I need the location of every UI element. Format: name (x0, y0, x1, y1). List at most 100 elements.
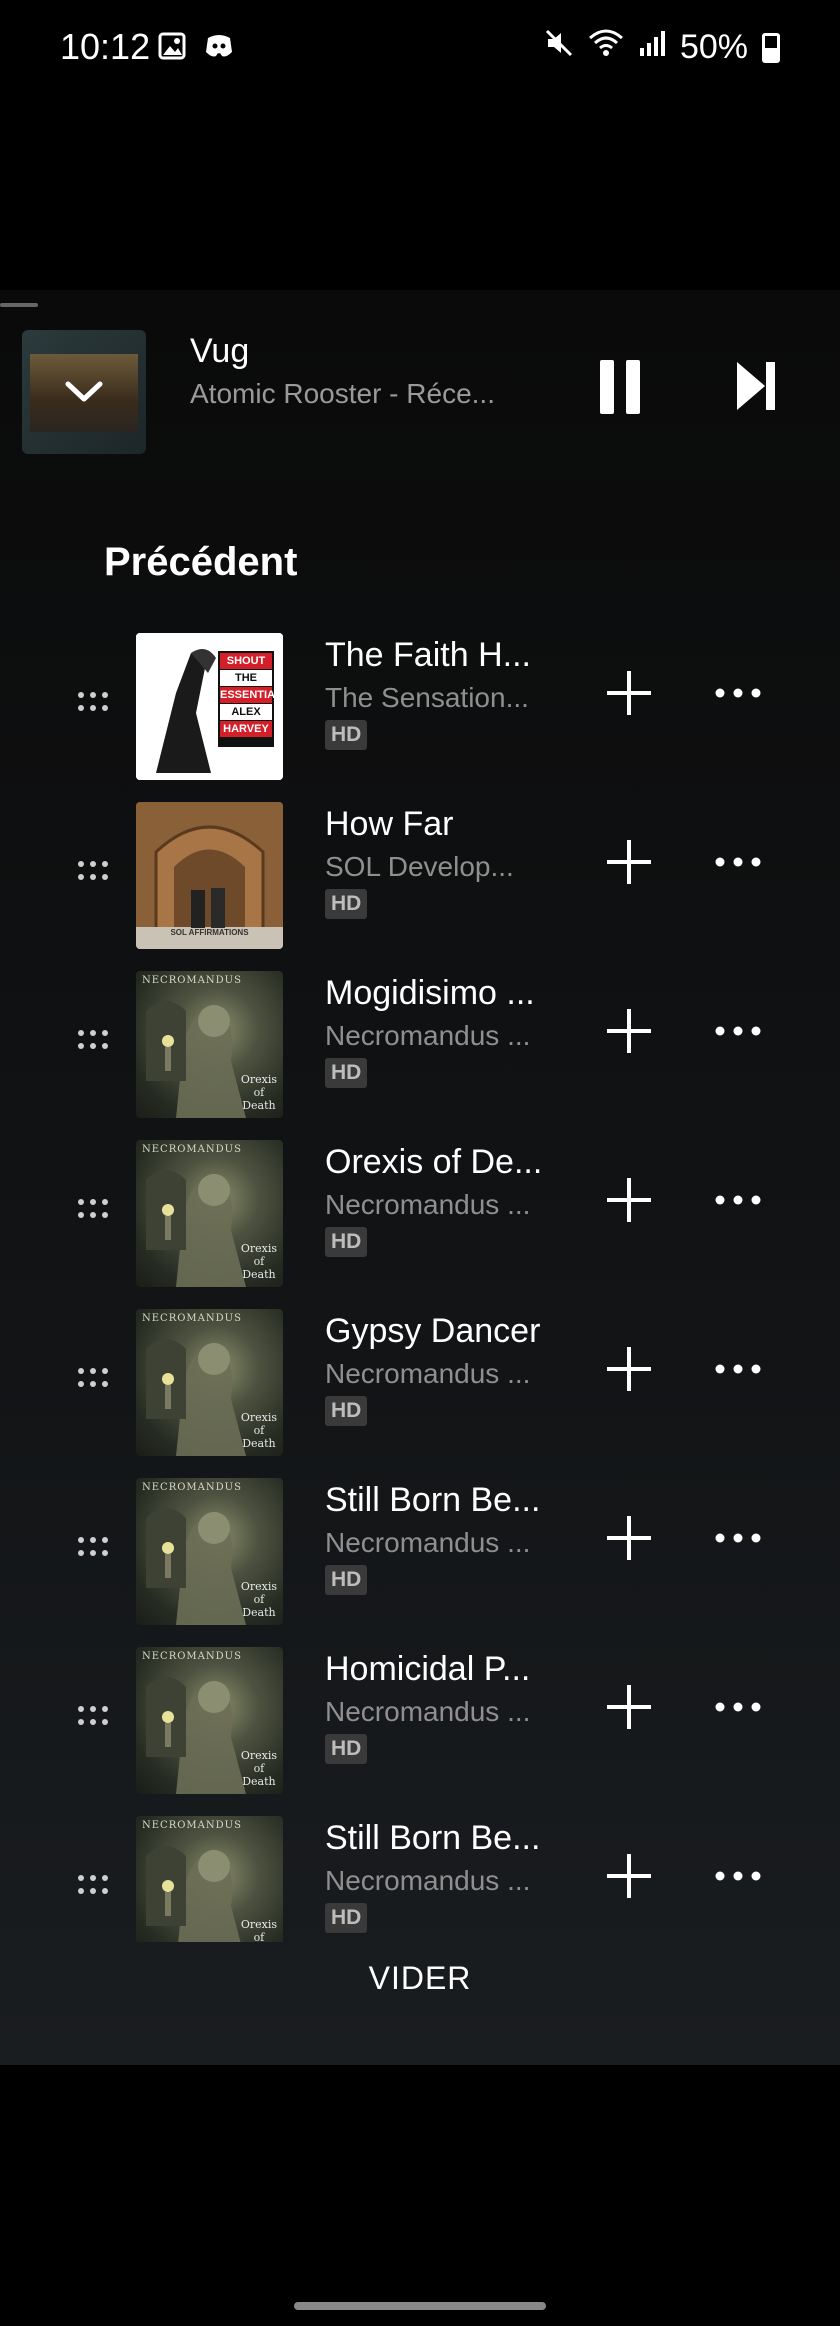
album-art-title: OrexisofDeath (240, 1411, 277, 1450)
signal-icon (638, 28, 666, 67)
hd-badge: HD (325, 1565, 368, 1595)
album-art: NECROMANDUS OrexisofDeath (136, 1816, 283, 1942)
drag-handle-icon[interactable] (78, 861, 108, 881)
discord-icon (204, 32, 234, 65)
battery-icon (762, 32, 780, 63)
album-art: NECROMANDUS OrexisofDeath (136, 1478, 283, 1625)
home-indicator[interactable] (294, 2302, 546, 2310)
mini-player[interactable]: Vug Atomic Rooster - Réce... (0, 320, 840, 465)
album-art: SHOUT THE ESSENTIAL ALEX HARVEY (136, 633, 283, 780)
hd-badge: HD (325, 1734, 368, 1764)
album-art-band: NECROMANDUS (142, 1144, 242, 1155)
track-title: Still Born Be... (325, 1819, 541, 1857)
now-playing-artwork[interactable] (22, 330, 146, 454)
album-art-band: NECROMANDUS (142, 1651, 242, 1662)
album-art-title: OrexisofDeath (240, 1580, 277, 1619)
status-time: 10:12 (60, 26, 151, 67)
track-title: Orexis of De... (325, 1143, 543, 1181)
track-artist: Necromandus ... (325, 1865, 531, 1896)
plus-icon[interactable] (604, 837, 654, 887)
queue-list[interactable]: SHOUT THE ESSENTIAL ALEX HARVEY The Faith H.… (0, 630, 840, 1942)
plus-icon[interactable] (604, 668, 654, 718)
more-icon[interactable] (710, 1175, 766, 1225)
plus-icon[interactable] (604, 1851, 654, 1901)
track-artist: Necromandus ... (325, 1189, 531, 1220)
hd-badge: HD (325, 720, 368, 750)
track-title: How Far (325, 805, 454, 843)
drag-handle-icon[interactable] (78, 1537, 108, 1557)
queue-track-row[interactable]: NECROMANDUS OrexisofDeath Still Born Be.… (0, 1813, 840, 1942)
queue-track-row[interactable]: SHOUT THE ESSENTIAL ALEX HARVEY The Faith H.… (0, 630, 840, 799)
hd-badge: HD (325, 889, 368, 919)
queue-track-row[interactable]: NECROMANDUS Orexis of Death Gypsy Dancer N… (0, 1306, 840, 1475)
sheet-drag-indicator[interactable] (0, 303, 38, 307)
drag-handle-icon[interactable] (78, 1030, 108, 1050)
more-icon[interactable] (710, 1513, 766, 1563)
plus-icon[interactable] (604, 1682, 654, 1732)
album-art: NECROMANDUS OrexisofDeath (136, 1647, 283, 1794)
drag-handle-icon[interactable] (78, 1706, 108, 1726)
track-artist: SOL Develop... (325, 851, 514, 882)
track-title: Homicidal P... (325, 1650, 531, 1688)
mute-icon (544, 28, 574, 67)
album-art: NECROMANDUS OrexisofDeath (136, 1140, 283, 1287)
album-art-band: NECROMANDUS (142, 1313, 242, 1324)
status-left-icons (158, 32, 234, 65)
album-art-band: NECROMANDUS (142, 1820, 242, 1831)
pause-icon[interactable] (598, 360, 642, 414)
hd-badge: HD (325, 1058, 368, 1088)
album-art-title: OrexisofDeath (240, 1918, 277, 1942)
plus-icon[interactable] (604, 1006, 654, 1056)
album-art-band: NECROMANDUS (142, 975, 242, 986)
more-icon[interactable] (710, 668, 766, 718)
now-playing-subtitle: Atomic Rooster - Réce... (190, 378, 495, 409)
album-art: NECROMANDUS OrexisofDeath (136, 1309, 283, 1456)
album-art-text: SHOUT THE ESSENTIAL ALEX HARVEY (220, 653, 282, 737)
hd-badge: HD (325, 1396, 368, 1426)
clear-queue-button[interactable]: VIDER (0, 1960, 840, 1997)
queue-track-row[interactable]: SOL AFFIRMATIONS How Far SOL Develop... … (0, 799, 840, 968)
album-art-title: OrexisofDeath (240, 1749, 277, 1788)
plus-icon[interactable] (604, 1175, 654, 1225)
now-playing-title: Vug (190, 332, 250, 370)
section-title: Précédent (104, 540, 298, 584)
drag-handle-icon[interactable] (78, 1875, 108, 1895)
chevron-down-icon[interactable] (22, 330, 146, 454)
track-artist: Necromandus ... (325, 1527, 531, 1558)
status-right: 50% (544, 28, 780, 67)
drag-handle-icon[interactable] (78, 692, 108, 712)
album-art-band: NECROMANDUS (142, 1482, 242, 1493)
album-art-text: SOL AFFIRMATIONS (170, 928, 249, 937)
plus-icon[interactable] (604, 1513, 654, 1563)
queue-track-row[interactable]: NECROMANDUS Orexis of Death Mogidisimo ...… (0, 968, 840, 1137)
album-art-title: OrexisofDeath (240, 1073, 277, 1112)
drag-handle-icon[interactable] (78, 1368, 108, 1388)
track-title: The Faith H... (325, 636, 531, 674)
album-art: SOL AFFIRMATIONS (136, 802, 283, 949)
plus-icon[interactable] (604, 1344, 654, 1394)
more-icon[interactable] (710, 1682, 766, 1732)
track-artist: Necromandus ... (325, 1020, 531, 1051)
album-art: NECROMANDUS OrexisofDeath (136, 971, 283, 1118)
status-bar: 10:12 50% (0, 0, 840, 100)
more-icon[interactable] (710, 837, 766, 887)
hd-badge: HD (325, 1903, 368, 1933)
track-artist: Necromandus ... (325, 1696, 531, 1727)
battery-percent: 50% (679, 28, 748, 66)
more-icon[interactable] (710, 1851, 766, 1901)
track-title: Gypsy Dancer (325, 1312, 541, 1350)
more-icon[interactable] (710, 1344, 766, 1394)
queue-track-row[interactable]: NECROMANDUS Orexis of Death Orexis of De..… (0, 1137, 840, 1306)
track-title: Mogidisimo ... (325, 974, 535, 1012)
hd-badge: HD (325, 1227, 368, 1257)
more-icon[interactable] (710, 1006, 766, 1056)
skip-next-icon[interactable] (735, 360, 777, 412)
track-artist: Necromandus ... (325, 1358, 531, 1389)
queue-track-row[interactable]: NECROMANDUS OrexisofDeath Still Born Be.… (0, 1475, 840, 1644)
gallery-icon (158, 32, 186, 65)
track-title: Still Born Be... (325, 1481, 541, 1519)
drag-handle-icon[interactable] (78, 1199, 108, 1219)
wifi-icon (588, 28, 624, 67)
track-artist: The Sensation... (325, 682, 529, 713)
queue-track-row[interactable]: NECROMANDUS Orexis of Death Homicidal P...… (0, 1644, 840, 1813)
